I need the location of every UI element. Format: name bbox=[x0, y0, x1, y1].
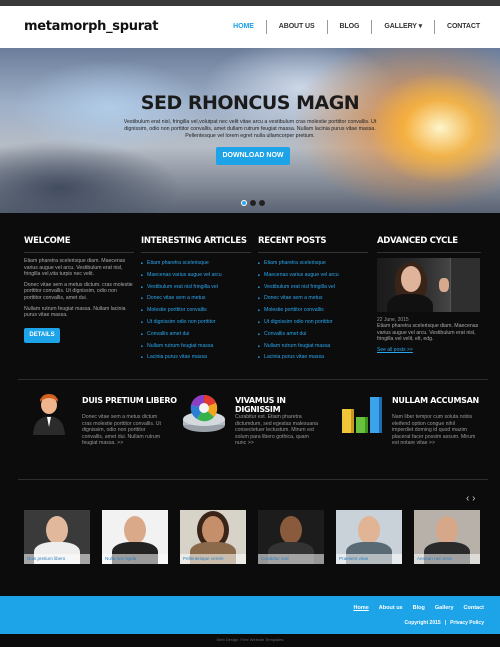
articles-title: INTERESTING ARTICLES bbox=[141, 236, 251, 253]
slider-dots bbox=[241, 200, 265, 206]
feature-text: Donec vitae sem a metus dictum cras mole… bbox=[82, 414, 161, 447]
nav-about-us[interactable]: ABOUT US bbox=[265, 20, 327, 34]
footer-separator: | bbox=[444, 620, 447, 626]
feature-title: VIVAMUS IN DIGNISSIM bbox=[235, 396, 286, 414]
advanced-cycle-text: Etiam pharetra scelerisque diam. Maecena… bbox=[377, 323, 479, 343]
thumb-caption: Pellentesque cerem bbox=[180, 554, 246, 564]
footer-nav: Home About us Blog Gallery Contact bbox=[354, 605, 485, 611]
hero-text: Vestibulum erat nisl, fringilla vel,volu… bbox=[123, 119, 377, 139]
recent-posts-column: RECENT POSTS Etiam pharetra scelerisque … bbox=[258, 236, 368, 364]
recent-post-link[interactable]: Donec vitae sem a metus bbox=[258, 293, 368, 305]
article-link[interactable]: Lacinia purus vitae massa bbox=[141, 352, 251, 364]
thumb-caption: Nulla nec ligula bbox=[102, 554, 168, 564]
color-wheel-icon bbox=[183, 394, 225, 432]
footer-link-blog[interactable]: Blog bbox=[413, 605, 425, 611]
nav-blog[interactable]: BLOG bbox=[326, 20, 372, 34]
site-footer: Home About us Blog Gallery Contact Copyr… bbox=[0, 596, 500, 634]
footer-link-contact[interactable]: Contact bbox=[464, 605, 484, 611]
gallery-thumbnails: Duis pretium libero Nulla nec ligula Pel… bbox=[24, 510, 480, 564]
thumb-face bbox=[46, 516, 68, 544]
advanced-cycle-column: ADVANCED CYCLE 22 June, 2015 Etiam phare… bbox=[377, 236, 481, 353]
bottom-bar: Web Design: Free Website Templates bbox=[0, 634, 500, 647]
advanced-cycle-title: ADVANCED CYCLE bbox=[377, 236, 481, 253]
gallery-thumb[interactable]: Pellentesque cerem bbox=[180, 510, 246, 564]
gallery-thumb[interactable]: Aenean nec eros bbox=[414, 510, 480, 564]
welcome-paragraph: Donec vitae sem a metus dictum. cras mol… bbox=[24, 281, 133, 301]
article-link[interactable]: Etiam pharetra scelerisque bbox=[141, 258, 251, 270]
design-credit[interactable]: Web Design: Free Website Templates bbox=[0, 637, 500, 642]
recent-post-link[interactable]: Lacinia purus vitae massa bbox=[258, 352, 368, 364]
article-link[interactable]: Convallis amet dui bbox=[141, 329, 251, 341]
recent-post-link[interactable]: Convallis amet dui bbox=[258, 329, 368, 341]
download-now-button[interactable]: DOWNLOAD NOW bbox=[216, 147, 290, 165]
photo-face bbox=[401, 266, 421, 292]
recent-post-link[interactable]: Ut dignissim odio non porttitor bbox=[258, 317, 368, 329]
welcome-title: WELCOME bbox=[24, 236, 134, 253]
slider-dot-2[interactable] bbox=[250, 200, 256, 206]
feature-text: Curabitur est. Etiam pharetra dictumdum,… bbox=[235, 414, 319, 447]
gallery-thumb[interactable]: Praesent vitae bbox=[336, 510, 402, 564]
site-logo[interactable]: metamorph_spurat bbox=[24, 19, 159, 34]
thumb-caption: Curabitur sed bbox=[258, 554, 324, 564]
article-link[interactable]: Ut dignissim odio non porttitor bbox=[141, 317, 251, 329]
recent-posts-title: RECENT POSTS bbox=[258, 236, 368, 253]
site-header: metamorph_spurat HOME ABOUT US BLOG GALL… bbox=[0, 6, 500, 48]
feature-text: Nam liber tempor cum soluta nobis eleife… bbox=[392, 414, 476, 447]
recent-post-link[interactable]: Molestie porttitor convallis bbox=[258, 305, 368, 317]
gallery-thumb[interactable]: Nulla nec ligula bbox=[102, 510, 168, 564]
thumb-face bbox=[436, 516, 458, 544]
section-divider bbox=[18, 479, 488, 480]
article-link[interactable]: Molestie porttitor convallis bbox=[141, 305, 251, 317]
thumb-caption: Praesent vitae bbox=[336, 554, 402, 564]
hero-title: SED RHONCUS MAGN bbox=[140, 92, 360, 114]
welcome-paragraph: Nullam rutrum feugiat massa. Nullam laci… bbox=[24, 305, 126, 319]
thumb-face bbox=[202, 516, 224, 544]
carousel-arrows: ‹ › bbox=[466, 493, 475, 504]
photo-body bbox=[387, 294, 433, 312]
gallery-thumb[interactable]: Duis pretium libero bbox=[24, 510, 90, 564]
person-icon bbox=[33, 394, 65, 435]
footer-copyright-row: Copyright 2015 | Privacy Policy bbox=[405, 620, 484, 626]
recent-post-link[interactable]: Maecenas varius augue vel arcu bbox=[258, 270, 368, 282]
chevron-left-icon[interactable]: ‹ bbox=[466, 493, 469, 504]
article-link[interactable]: Nullam rutrum feugiat massa bbox=[141, 341, 251, 353]
footer-link-about-us[interactable]: About us bbox=[379, 605, 403, 611]
see-all-posts-link[interactable]: See all posts >> bbox=[377, 347, 481, 353]
thumb-caption: Aenean nec eros bbox=[414, 554, 480, 564]
footer-link-home[interactable]: Home bbox=[354, 605, 369, 611]
slider-dot-1[interactable] bbox=[241, 200, 247, 206]
bar-chart-icon bbox=[342, 397, 382, 433]
feature-title: DUIS PRETIUM LIBERO bbox=[82, 396, 177, 405]
privacy-policy-link[interactable]: Privacy Policy bbox=[450, 620, 484, 626]
copyright-text: Copyright 2015 bbox=[404, 620, 441, 626]
photo-side-panel bbox=[450, 258, 480, 312]
article-link[interactable]: Donec vitae sem a metus bbox=[141, 293, 251, 305]
main-nav: HOME ABOUT US BLOG GALLERY ▾ CONTACT bbox=[221, 20, 492, 34]
footer-link-gallery[interactable]: Gallery bbox=[435, 605, 454, 611]
chevron-right-icon[interactable]: › bbox=[472, 493, 475, 504]
article-link[interactable]: Maecenas varius augue vel arcu bbox=[141, 270, 251, 282]
gallery-thumb[interactable]: Curabitur sed bbox=[258, 510, 324, 564]
feature-title: NULLAM ACCUMSAN bbox=[392, 396, 479, 405]
advanced-cycle-photo[interactable] bbox=[377, 258, 480, 312]
thumb-face bbox=[358, 516, 380, 544]
photo-hand bbox=[439, 278, 449, 292]
recent-post-link[interactable]: Vestibulum erat nisl fringilla vel bbox=[258, 282, 368, 294]
thumb-caption: Duis pretium libero bbox=[24, 554, 90, 564]
hero-slider: SED RHONCUS MAGN Vestibulum erat nisl, f… bbox=[0, 48, 500, 213]
welcome-paragraph: Etiam pharetra scelerisque diam. Maecena… bbox=[24, 258, 126, 278]
thumb-face bbox=[124, 516, 146, 544]
article-link[interactable]: Vestibulum erat nisl fringilla vel bbox=[141, 282, 251, 294]
recent-post-link[interactable]: Nullam rutrum feugiat massa bbox=[258, 341, 368, 353]
articles-column: INTERESTING ARTICLES Etiam pharetra scel… bbox=[141, 236, 251, 364]
slider-dot-3[interactable] bbox=[259, 200, 265, 206]
recent-post-link[interactable]: Etiam pharetra scelerisque bbox=[258, 258, 368, 270]
nav-home[interactable]: HOME bbox=[221, 20, 266, 34]
nav-contact[interactable]: CONTACT bbox=[434, 20, 492, 34]
section-divider bbox=[18, 379, 488, 380]
welcome-column: WELCOME Etiam pharetra scelerisque diam.… bbox=[24, 236, 134, 343]
details-button[interactable]: DETAILS bbox=[24, 327, 60, 343]
nav-gallery[interactable]: GALLERY ▾ bbox=[371, 20, 434, 34]
thumb-face bbox=[280, 516, 302, 544]
